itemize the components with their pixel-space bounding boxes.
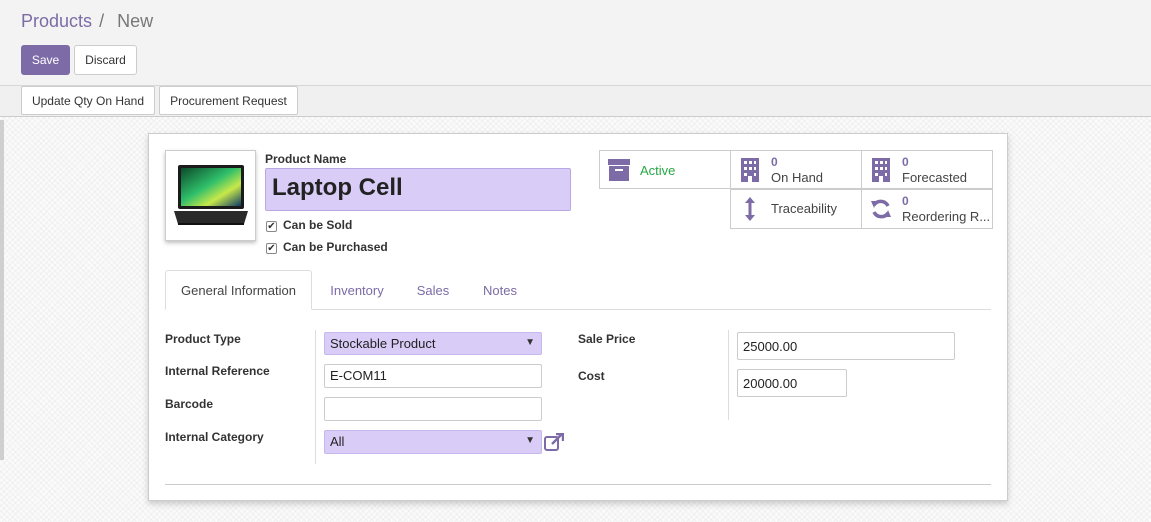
on-hand-count: 0 bbox=[771, 155, 778, 169]
external-link-icon[interactable] bbox=[544, 433, 564, 451]
breadcrumb-products-link[interactable]: Products bbox=[21, 11, 92, 31]
breadcrumb-current: New bbox=[117, 11, 154, 31]
can-be-purchased-checkbox[interactable]: ✔ bbox=[266, 243, 277, 254]
breadcrumb-separator: / bbox=[99, 11, 105, 31]
on-hand-button[interactable]: 0 On Hand bbox=[730, 150, 862, 189]
product-name-label: Product Name bbox=[265, 152, 347, 166]
caret-down-icon: ▼ bbox=[525, 435, 535, 446]
product-image[interactable] bbox=[165, 150, 256, 241]
building-icon bbox=[872, 158, 890, 182]
save-button[interactable]: Save bbox=[21, 45, 70, 75]
barcode-input[interactable] bbox=[324, 397, 542, 421]
internal-reference-input[interactable]: E-COM11 bbox=[324, 364, 542, 388]
can-be-purchased-label: Can be Purchased bbox=[283, 240, 388, 254]
cost-label: Cost bbox=[578, 369, 605, 383]
forecasted-label: Forecasted bbox=[902, 170, 968, 185]
building-icon bbox=[741, 158, 759, 182]
can-be-sold-checkbox[interactable]: ✔ bbox=[266, 221, 277, 232]
internal-category-label: Internal Category bbox=[165, 430, 264, 444]
product-type-select[interactable]: Stockable Product ▼ bbox=[324, 332, 542, 355]
field-divider bbox=[315, 330, 316, 464]
tab-inventory[interactable]: Inventory bbox=[317, 270, 397, 310]
forecasted-button[interactable]: 0 Forecasted bbox=[861, 150, 993, 189]
internal-category-select[interactable]: All ▼ bbox=[324, 430, 542, 454]
notebook-tabs: General Information Inventory Sales Note… bbox=[165, 270, 991, 310]
product-type-label: Product Type bbox=[165, 332, 241, 346]
cost-input[interactable]: 20000.00 bbox=[737, 369, 847, 397]
traceability-label: Traceability bbox=[771, 201, 837, 216]
active-toggle-button[interactable]: Active bbox=[599, 150, 731, 189]
vertical-arrows-icon bbox=[745, 197, 755, 221]
field-divider bbox=[728, 330, 729, 420]
left-edge bbox=[0, 120, 4, 460]
product-type-value: Stockable Product bbox=[330, 336, 436, 351]
active-label: Active bbox=[640, 163, 676, 178]
tab-general-information[interactable]: General Information bbox=[165, 270, 312, 310]
tab-sales[interactable]: Sales bbox=[403, 270, 463, 310]
control-panel: Products / New Save Discard bbox=[0, 0, 1151, 86]
update-qty-button[interactable]: Update Qty On Hand bbox=[21, 86, 155, 115]
reordering-label: Reordering R... bbox=[902, 209, 991, 224]
procurement-request-button[interactable]: Procurement Request bbox=[159, 86, 298, 115]
caret-down-icon: ▼ bbox=[525, 337, 535, 348]
sale-price-label: Sale Price bbox=[578, 332, 636, 346]
laptop-image-icon bbox=[174, 165, 248, 225]
forecasted-count: 0 bbox=[902, 155, 909, 169]
reordering-rules-button[interactable]: 0 Reordering R... bbox=[861, 189, 993, 229]
internal-reference-label: Internal Reference bbox=[165, 364, 270, 378]
form-sheet: Product Name Laptop Cell ✔ Can be Sold ✔… bbox=[148, 133, 1008, 501]
archive-icon bbox=[608, 159, 630, 181]
reordering-count: 0 bbox=[902, 194, 909, 208]
barcode-label: Barcode bbox=[165, 397, 214, 411]
form-bottom-divider bbox=[165, 484, 991, 485]
refresh-icon bbox=[871, 199, 891, 219]
internal-category-value: All bbox=[330, 434, 345, 449]
product-name-input[interactable]: Laptop Cell bbox=[265, 168, 571, 211]
discard-button[interactable]: Discard bbox=[74, 45, 137, 75]
tab-notes[interactable]: Notes bbox=[471, 270, 529, 310]
sale-price-input[interactable]: 25000.00 bbox=[737, 332, 955, 360]
breadcrumb: Products / New bbox=[21, 11, 153, 32]
on-hand-label: On Hand bbox=[771, 170, 824, 185]
traceability-button[interactable]: Traceability bbox=[730, 189, 862, 229]
statusbar: Update Qty On Hand Procurement Request bbox=[0, 86, 1151, 117]
can-be-sold-label: Can be Sold bbox=[283, 218, 353, 232]
